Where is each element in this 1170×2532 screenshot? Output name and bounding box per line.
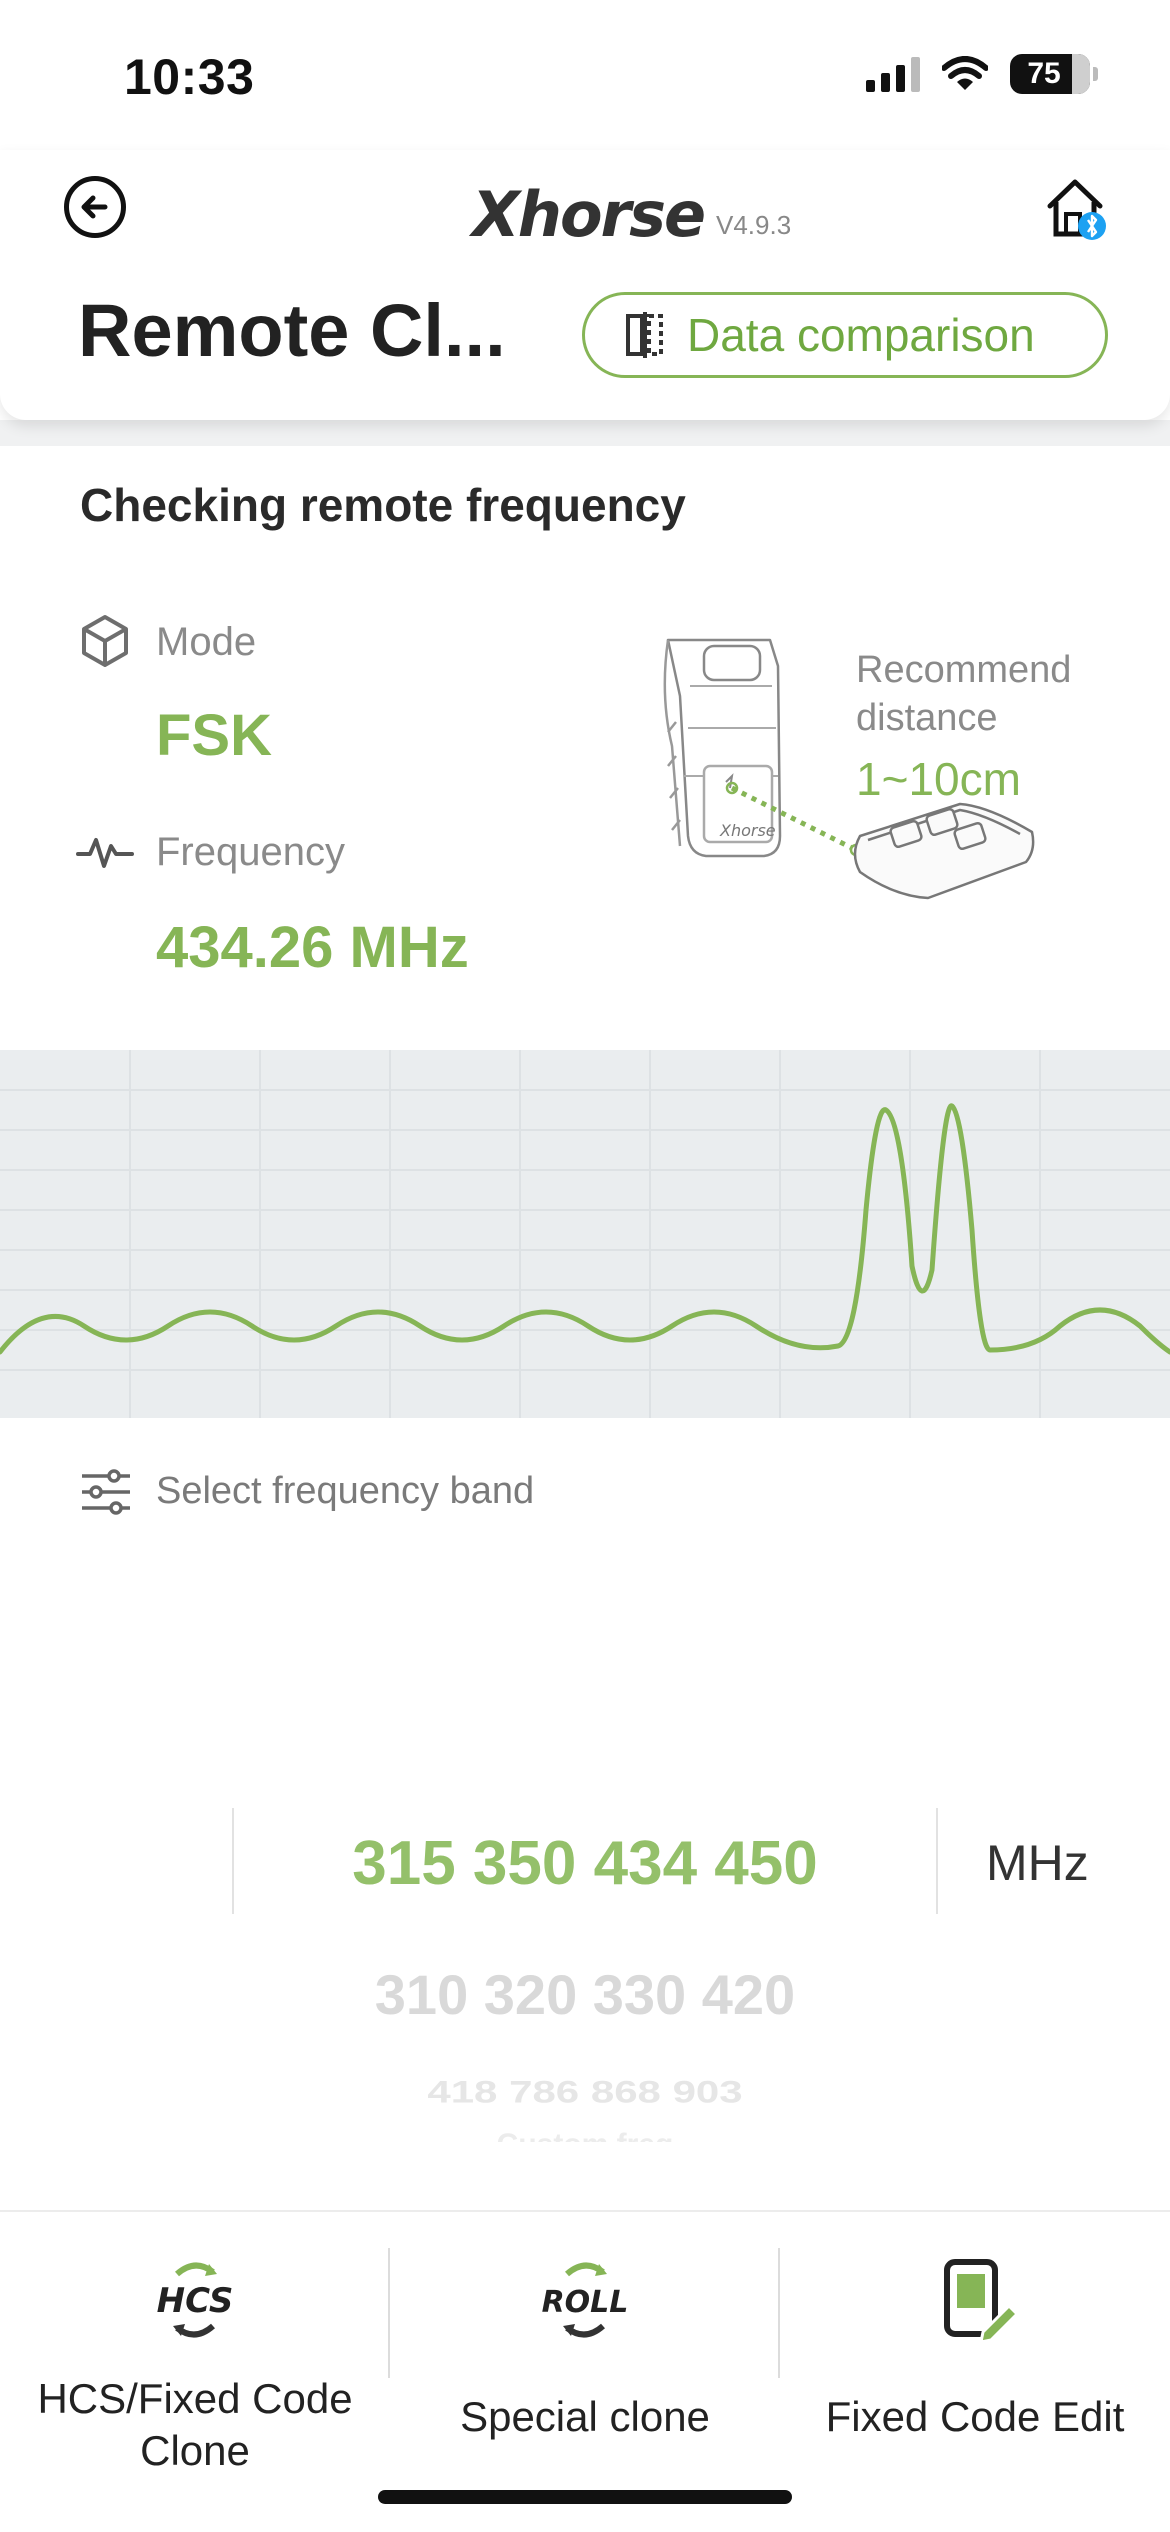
tab-label: HCS/Fixed Code Clone <box>37 2375 353 2474</box>
frequency-unit: MHz <box>986 1835 1089 1891</box>
cube-icon <box>82 615 128 667</box>
svg-text:Xhorse: Xhorse <box>719 821 776 840</box>
data-comparison-label: Data comparison <box>687 309 1035 361</box>
bottom-tab-bar: HCS HCS/Fixed Code Clone ROLL Special cl… <box>0 2210 1170 2532</box>
xhorse-logo: Xhorse <box>472 178 706 251</box>
roll-icon: ROLL <box>542 2262 629 2338</box>
signal-waveform <box>0 1050 1170 1418</box>
frequency-value: 434.26 MHz <box>156 915 469 980</box>
picker-row[interactable]: 418 786 868 903 <box>232 2074 938 2110</box>
app-version: V4.9.3 <box>716 210 792 240</box>
status-bar: 10:33 75 <box>0 0 1170 150</box>
status-time: 10:33 <box>124 49 255 105</box>
tab-hcs-fixed-code-clone[interactable]: HCS HCS/Fixed Code Clone <box>0 2252 390 2477</box>
cellular-signal-icon <box>866 56 920 92</box>
home-indicator <box>378 2490 792 2504</box>
waveform-icon <box>76 838 134 868</box>
back-arrow-icon[interactable] <box>64 176 126 238</box>
section-title: Checking remote frequency <box>80 479 686 531</box>
mode-value: FSK <box>156 703 272 768</box>
data-comparison-button[interactable]: Data comparison <box>582 292 1108 378</box>
recommend-distance-label: Recommend distance <box>856 649 1072 739</box>
section-gap <box>0 420 1170 446</box>
tab-fixed-code-edit[interactable]: Fixed Code Edit <box>780 2252 1170 2443</box>
hcs-icon: HCS <box>157 2262 234 2338</box>
svg-text:HCS: HCS <box>157 2281 234 2321</box>
header: Xhorse V4.9.3 Remote Cl... Data comparis… <box>0 150 1170 420</box>
tab-special-clone[interactable]: ROLL Special clone <box>390 2252 780 2443</box>
compare-icon <box>626 312 663 358</box>
picker-row[interactable]: Custom freq <box>232 2128 938 2142</box>
picker-row[interactable]: 310 320 330 420 <box>232 1962 938 2027</box>
svg-text:ROLL: ROLL <box>542 2285 629 2320</box>
status-icons: 75 <box>866 54 1098 94</box>
battery-icon: 75 <box>1010 54 1098 94</box>
home-bluetooth-icon[interactable] <box>1044 176 1106 242</box>
edit-code-icon <box>944 2259 1020 2344</box>
select-frequency-band-label[interactable]: Select frequency band <box>156 1470 534 1513</box>
recommend-distance-value: 1~10cm <box>856 753 1021 805</box>
mode-label: Mode <box>156 620 257 664</box>
page-title: Remote Cl... <box>78 289 506 372</box>
tab-label: Special clone <box>460 2393 710 2440</box>
wifi-icon <box>942 56 988 90</box>
tab-label: Fixed Code Edit <box>825 2393 1125 2440</box>
sliders-icon[interactable] <box>80 1468 132 1516</box>
frequency-label: Frequency <box>156 830 345 874</box>
picker-row-selected[interactable]: 315 350 434 450 <box>232 1828 938 1899</box>
battery-level: 75 <box>1027 57 1061 90</box>
